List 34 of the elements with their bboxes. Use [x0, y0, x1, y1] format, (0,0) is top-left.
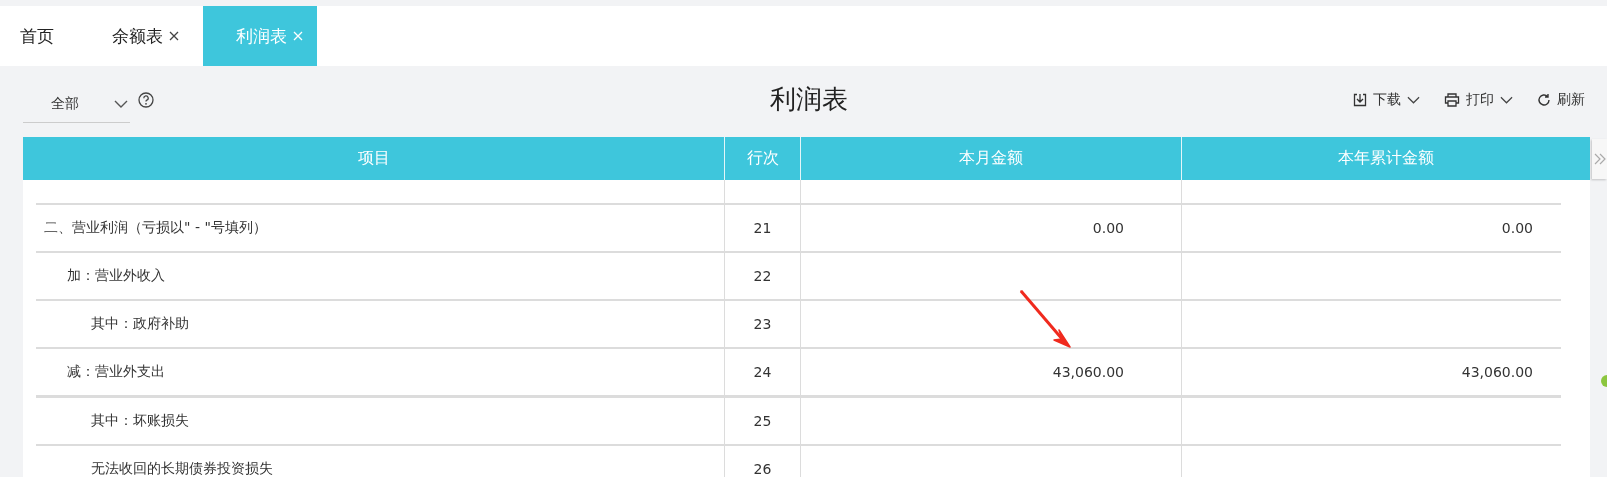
chevron-down-icon — [1407, 95, 1420, 104]
column-header: 项目 — [356, 147, 391, 169]
table-cell: 25 — [753, 413, 772, 429]
table-cell: 26 — [753, 461, 772, 477]
refresh-icon — [1537, 92, 1551, 107]
table-cell: 22 — [753, 268, 772, 284]
table-cell: 24 — [753, 364, 772, 380]
toolbar-button[interactable]: 打印 — [1444, 90, 1513, 109]
chevron-down-icon — [1500, 95, 1513, 104]
table-cell: 43,060.00 — [1052, 364, 1124, 380]
tab[interactable]: 余额表 — [80, 6, 203, 66]
tab[interactable]: 首页 — [0, 6, 80, 66]
table-cell-text: 无法收回的长期债券投资损失 — [90, 460, 273, 477]
help-icon[interactable] — [138, 91, 154, 108]
table-cell-text: 减：营业外支出 — [66, 363, 165, 381]
table-cell: 0.00 — [1092, 220, 1124, 236]
toolbar-button[interactable]: 下载 — [1353, 90, 1420, 109]
table-cell-text: 加：营业外收入 — [66, 267, 165, 285]
table-cell-text: 其中：政府补助 — [90, 315, 189, 333]
table-cell: 21 — [753, 220, 772, 236]
collapse-handle[interactable] — [1592, 139, 1607, 179]
table-cell: 0.00 — [1501, 220, 1533, 236]
close-icon[interactable] — [169, 31, 179, 41]
double-chevron-icon — [1593, 153, 1606, 165]
printer-icon — [1444, 92, 1460, 107]
chevron-down-icon — [114, 100, 128, 108]
download-icon — [1353, 92, 1367, 107]
period-dropdown[interactable]: 全部 — [23, 86, 130, 123]
report-title: 利润表 — [769, 83, 848, 116]
table-cell: 43,060.00 — [1461, 364, 1533, 380]
table-cell-text: 二、营业利润（亏损以" - "号填列） — [43, 219, 267, 237]
table-cell: 23 — [753, 316, 772, 332]
table-cell-text: 其中：坏账损失 — [90, 412, 189, 430]
toolbar-button[interactable]: 刷新 — [1537, 90, 1585, 109]
